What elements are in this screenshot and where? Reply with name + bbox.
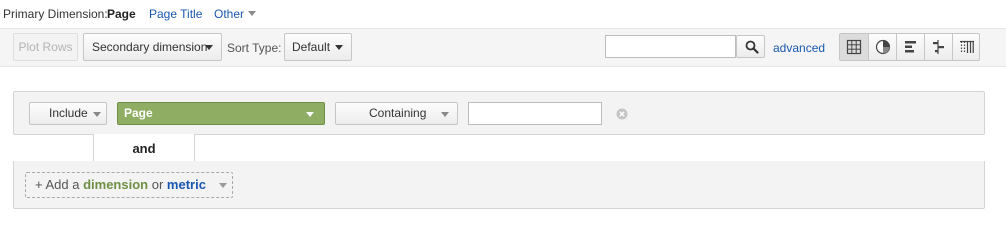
secondary-dimension-label: Secondary dimension (92, 40, 208, 54)
chevron-down-icon (306, 112, 314, 117)
chevron-down-icon (335, 45, 343, 50)
pie-view-button[interactable] (868, 34, 896, 60)
include-dropdown[interactable]: Include (29, 102, 107, 125)
match-type-dropdown[interactable]: Containing (335, 102, 458, 125)
filter-value-input[interactable] (468, 102, 602, 125)
pivot-view-icon (960, 40, 974, 53)
filter-dimension-dropdown[interactable]: Page (117, 102, 325, 125)
chevron-down-icon (93, 112, 101, 117)
plot-rows-button[interactable]: Plot Rows (13, 33, 78, 61)
comparison-view-icon (933, 40, 944, 54)
pivot-view-button[interactable] (952, 34, 980, 60)
other-label: Other (214, 7, 245, 21)
table-view-button[interactable] (840, 34, 868, 60)
performance-view-button[interactable] (896, 34, 924, 60)
primary-dimension-other-dropdown[interactable]: Other (214, 7, 257, 21)
table-search-input[interactable] (605, 35, 736, 58)
add-or-word: or (151, 177, 164, 192)
filter-dimension-value: Page (124, 106, 153, 120)
chevron-down-icon (205, 45, 213, 50)
primary-dimension-label: Primary Dimension: (3, 7, 108, 21)
filter-condition-panel: Include Page Containing (13, 91, 985, 135)
advanced-filter-link[interactable]: advanced (773, 41, 825, 55)
add-dimension-word: dimension (83, 177, 149, 192)
table-toolbar: Plot Rows Secondary dimension Sort Type:… (0, 28, 1006, 67)
primary-dimension-page-title-link[interactable]: Page Title (149, 7, 202, 21)
add-prefix: + Add a (35, 177, 80, 192)
chevron-down-icon (248, 11, 257, 16)
primary-dimension-bar: Primary Dimension: Page Page Title Other (0, 0, 1006, 28)
pie-view-icon (875, 39, 891, 55)
sort-type-label: Sort Type: (227, 41, 282, 55)
sort-type-value: Default (292, 40, 331, 54)
chevron-down-icon (441, 112, 449, 117)
include-label: Include (49, 106, 88, 120)
chevron-down-icon (219, 183, 227, 188)
match-type-value: Containing (369, 106, 427, 120)
secondary-dimension-dropdown[interactable]: Secondary dimension (83, 33, 222, 61)
add-dimension-or-metric-button[interactable]: + Add a dimension or metric (25, 172, 233, 198)
table-view-icon (846, 39, 862, 55)
performance-view-icon (905, 41, 916, 53)
primary-dimension-page[interactable]: Page (107, 7, 136, 21)
clear-filter-icon[interactable] (616, 108, 628, 120)
sort-type-dropdown[interactable]: Default (284, 33, 352, 61)
add-condition-panel: + Add a dimension or metric (13, 161, 985, 209)
search-button[interactable] (736, 35, 765, 58)
view-switcher (839, 33, 980, 61)
search-icon (745, 40, 759, 54)
comparison-view-button[interactable] (924, 34, 952, 60)
add-metric-word: metric (166, 177, 206, 192)
and-connector-label: and (93, 134, 195, 162)
